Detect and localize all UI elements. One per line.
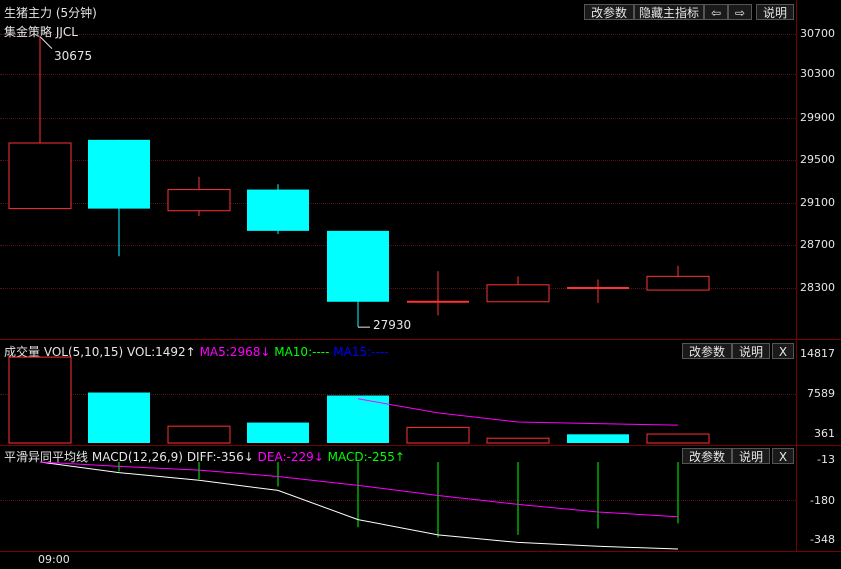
candle-body <box>8 142 72 210</box>
candle-body <box>486 284 550 303</box>
volume-bar <box>247 422 309 443</box>
chart-plot <box>8 36 710 550</box>
volume-bar <box>646 433 710 444</box>
volume-bar <box>567 434 629 443</box>
volume-bar <box>486 437 550 444</box>
candle-body <box>327 230 389 302</box>
dea-line <box>39 461 679 518</box>
candle-body <box>247 189 309 231</box>
volume-bar <box>8 356 72 444</box>
volume-bar <box>88 392 150 443</box>
volume-bar <box>167 425 231 444</box>
high-leader-line <box>39 36 53 49</box>
volume-bar <box>406 426 470 444</box>
candle-body <box>88 139 150 209</box>
candle-body <box>167 189 231 212</box>
ma5-line <box>357 398 679 426</box>
candle-body <box>646 275 710 291</box>
diff-line <box>39 461 679 550</box>
